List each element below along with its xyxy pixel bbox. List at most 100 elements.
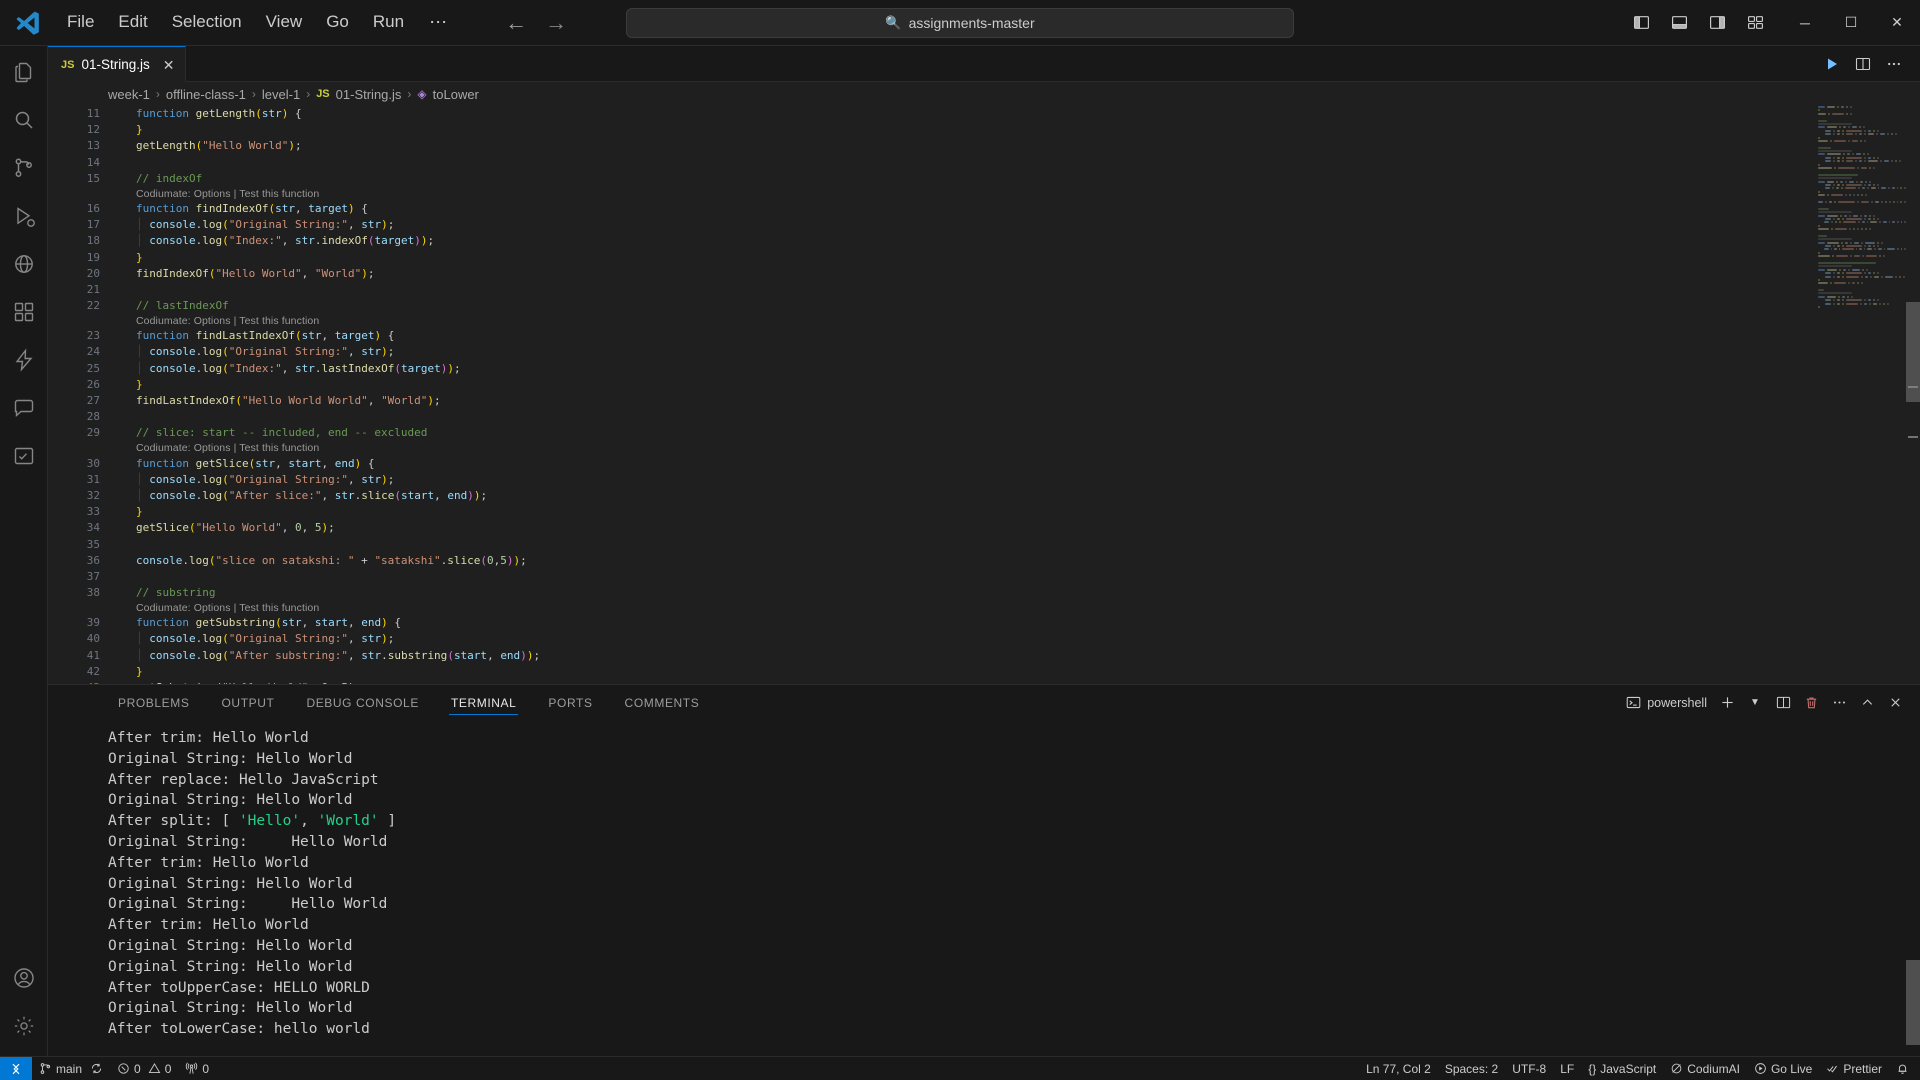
code-text[interactable]: │ console.log("Index:", str.lastIndexOf(… <box>120 361 461 377</box>
code-line[interactable]: 36 console.log("slice on satakshi: " + "s… <box>48 553 1920 569</box>
status-eol[interactable]: LF <box>1553 1057 1581 1080</box>
code-text[interactable]: getSubstring("Hello World", 0, 5); <box>120 680 361 684</box>
code-line[interactable]: 39 function getSubstring(str, start, end)… <box>48 615 1920 631</box>
activity-item-extensions[interactable] <box>0 288 48 336</box>
activity-item-remote-explorer[interactable] <box>0 240 48 288</box>
code-text[interactable]: function getSlice(str, start, end) { <box>120 456 374 472</box>
customize-layout-icon[interactable] <box>1738 8 1772 38</box>
code-line[interactable]: 37 <box>48 569 1920 585</box>
activity-item-chat[interactable] <box>0 384 48 432</box>
panel-tab-output[interactable]: OUTPUT <box>212 685 285 720</box>
code-line[interactable]: 22 // lastIndexOf <box>48 298 1920 314</box>
activity-item-search[interactable] <box>0 96 48 144</box>
code-line[interactable]: 19} <box>48 250 1920 266</box>
code-line[interactable]: 42} <box>48 664 1920 680</box>
code-text[interactable]: // substring <box>120 585 215 601</box>
status-indentation[interactable]: Spaces: 2 <box>1438 1057 1505 1080</box>
code-line[interactable]: 21 <box>48 282 1920 298</box>
terminal-profile-dropdown-icon[interactable]: ▼ <box>1742 689 1768 717</box>
code-text[interactable]: getSlice("Hello World", 0, 5); <box>120 520 335 536</box>
window-maximize-button[interactable]: ☐ <box>1828 0 1874 46</box>
code-line[interactable]: 41 │ console.log("After substring:", str.… <box>48 648 1920 664</box>
code-line[interactable]: 17 │ console.log("Original String:", str)… <box>48 217 1920 233</box>
code-text[interactable]: │ console.log("Original String:", str); <box>120 217 394 233</box>
code-line[interactable]: 11 function getLength(str) { <box>48 106 1920 122</box>
menu-edit[interactable]: Edit <box>107 7 158 37</box>
status-go-live[interactable]: Go Live <box>1747 1057 1819 1080</box>
terminal-scrollbar[interactable] <box>1906 720 1920 1056</box>
breadcrumb-item-offline-class-1[interactable]: offline-class-1 <box>166 87 246 102</box>
code-lines[interactable]: 11 function getLength(str) {12} 13 getLengt… <box>48 106 1920 684</box>
status-prettier[interactable]: Prettier <box>1819 1057 1889 1080</box>
code-text[interactable]: │ console.log("Index:", str.indexOf(targ… <box>120 233 434 249</box>
code-line[interactable]: 40 │ console.log("Original String:", str)… <box>48 631 1920 647</box>
code-line[interactable]: 32 │ console.log("After slice:", str.slic… <box>48 488 1920 504</box>
activity-item-accounts[interactable] <box>0 954 48 1002</box>
code-line[interactable]: 16 function findIndexOf(str, target) { <box>48 201 1920 217</box>
minimap[interactable] <box>1814 106 1907 684</box>
code-text[interactable]: findIndexOf("Hello World", "World"); <box>120 266 374 282</box>
terminal-scrollbar-thumb[interactable] <box>1906 960 1920 1045</box>
panel-tab-debug-console[interactable]: DEBUG CONSOLE <box>296 685 429 720</box>
breadcrumb-item-file[interactable]: 01-String.js <box>336 87 402 102</box>
status-problems[interactable]: 0 0 <box>110 1057 178 1080</box>
split-terminal-icon[interactable] <box>1770 689 1796 717</box>
close-icon[interactable]: ✕ <box>163 58 175 72</box>
code-line[interactable]: 15 // indexOf <box>48 171 1920 187</box>
activity-item-manage-settings[interactable] <box>0 1002 48 1050</box>
codelens-row[interactable]: Codiumate: Options | Test this function <box>48 187 1920 201</box>
go-forward-icon[interactable]: → <box>545 11 567 34</box>
activity-item-explorer[interactable] <box>0 48 48 96</box>
code-text[interactable]: // slice: start -- included, end -- excl… <box>120 425 427 441</box>
activity-item-testing[interactable] <box>0 432 48 480</box>
code-text[interactable]: } <box>120 122 143 138</box>
code-line[interactable]: 14 <box>48 155 1920 171</box>
close-panel-icon[interactable] <box>1882 689 1908 717</box>
code-text[interactable]: } <box>120 664 143 680</box>
code-editor[interactable]: 11 function getLength(str) {12} 13 getLengt… <box>48 106 1920 684</box>
panel-tab-terminal[interactable]: TERMINAL <box>441 685 526 720</box>
code-text[interactable]: │ console.log("Original String:", str); <box>120 472 394 488</box>
code-line[interactable]: 24 │ console.log("Original String:", str)… <box>48 344 1920 360</box>
code-line[interactable]: 12} <box>48 122 1920 138</box>
code-line[interactable]: 20 findIndexOf("Hello World", "World"); <box>48 266 1920 282</box>
code-text[interactable]: findLastIndexOf("Hello World World", "Wo… <box>120 393 441 409</box>
code-text[interactable]: console.log("slice on satakshi: " + "sat… <box>120 553 527 569</box>
menu-file[interactable]: File <box>56 7 105 37</box>
code-text[interactable]: function findLastIndexOf(str, target) { <box>120 328 394 344</box>
menu-bar[interactable]: File Edit Selection View Go Run ⋯ <box>56 7 461 37</box>
panel-tab-comments[interactable]: COMMENTS <box>615 685 710 720</box>
breadcrumb-item-week-1[interactable]: week-1 <box>108 87 150 102</box>
kill-terminal-icon[interactable] <box>1798 689 1824 717</box>
remote-window-button[interactable] <box>0 1056 32 1080</box>
code-line[interactable]: 26} <box>48 377 1920 393</box>
code-text[interactable]: function getSubstring(str, start, end) { <box>120 615 401 631</box>
new-terminal-icon[interactable] <box>1714 689 1740 717</box>
code-line[interactable]: 34 getSlice("Hello World", 0, 5); <box>48 520 1920 536</box>
breadcrumb-item-symbol[interactable]: toLower <box>433 87 479 102</box>
terminal-shell-selector[interactable]: powershell <box>1621 689 1712 717</box>
codelens-label[interactable]: Codiumate: Options | Test this function <box>120 440 319 456</box>
status-codium[interactable]: CodiumAI <box>1663 1057 1747 1080</box>
code-line[interactable]: 29 // slice: start -- included, end -- ex… <box>48 425 1920 441</box>
code-line[interactable]: 13 getLength("Hello World"); <box>48 138 1920 154</box>
code-text[interactable]: // indexOf <box>120 171 202 187</box>
codelens-row[interactable]: Codiumate: Options | Test this function <box>48 442 1920 456</box>
code-text[interactable]: │ console.log("After substring:", str.su… <box>120 648 540 664</box>
code-line[interactable]: 30 function getSlice(str, start, end) { <box>48 456 1920 472</box>
status-language-mode[interactable]: {} JavaScript <box>1581 1057 1663 1080</box>
code-text[interactable]: │ console.log("After slice:", str.slice(… <box>120 488 487 504</box>
maximize-panel-icon[interactable] <box>1854 689 1880 717</box>
activity-item-source-control[interactable] <box>0 144 48 192</box>
editor-tab-01-string-js[interactable]: JS 01-String.js ✕ <box>48 46 187 82</box>
code-line[interactable]: 33} <box>48 504 1920 520</box>
code-text[interactable]: } <box>120 377 143 393</box>
status-cursor-position[interactable]: Ln 77, Col 2 <box>1359 1057 1438 1080</box>
window-minimize-button[interactable]: ─ <box>1782 0 1828 46</box>
status-notifications[interactable] <box>1889 1057 1916 1080</box>
editor-scrollbar[interactable] <box>1906 106 1920 684</box>
toggle-panel-icon[interactable] <box>1662 8 1696 38</box>
codelens-label[interactable]: Codiumate: Options | Test this function <box>120 313 319 329</box>
quick-search-input[interactable]: 🔍 assignments-master <box>626 7 1294 38</box>
panel-more-actions-icon[interactable] <box>1826 689 1852 717</box>
